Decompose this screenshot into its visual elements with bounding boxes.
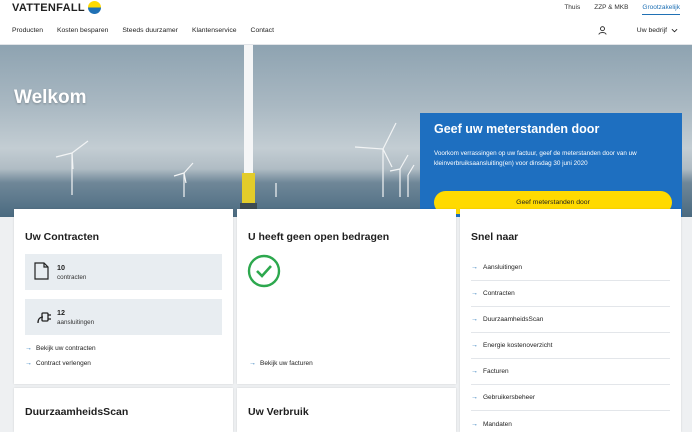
- quick-link-label: Mandaten: [483, 420, 512, 428]
- quick-link-label: Contracten: [483, 290, 515, 297]
- quick-link-label: DuurzaamheidsScan: [483, 316, 544, 323]
- arrow-right-icon: →: [471, 290, 478, 297]
- user-icon[interactable]: [598, 26, 607, 35]
- extend-contract-label: Contract verlengen: [36, 360, 91, 367]
- checkmark-circle-icon: [247, 254, 281, 293]
- sustainability-scan-card: DuurzaamheidsScan: [14, 388, 233, 432]
- company-dropdown[interactable]: Uw bedrijf: [637, 27, 678, 34]
- open-amounts-title: U heeft geen open bedragen: [248, 231, 390, 243]
- chevron-down-icon: [671, 28, 678, 33]
- quick-link-label: Facturen: [483, 368, 509, 375]
- connections-count: 12: [57, 308, 65, 317]
- promo-title: Geef uw meterstanden door: [434, 122, 600, 136]
- logo-text: VATTENFALL: [12, 1, 85, 14]
- top-bar: VATTENFALL Thuis ZZP & MKB Grootzakelijk: [0, 0, 692, 18]
- segment-thuis[interactable]: Thuis: [564, 4, 580, 15]
- plug-icon: [34, 307, 51, 330]
- contracts-count-label: contracten: [57, 274, 87, 281]
- segment-grootzakelijk[interactable]: Grootzakelijk: [642, 4, 680, 15]
- usage-card: Uw Verbruik: [237, 388, 456, 432]
- quick-link-aansluitingen[interactable]: → Aansluitingen: [471, 255, 670, 281]
- sustainability-scan-title: DuurzaamheidsScan: [25, 406, 129, 418]
- document-icon: [34, 262, 49, 285]
- quick-link-facturen[interactable]: → Facturen: [471, 359, 670, 385]
- arrow-right-icon: →: [471, 394, 478, 401]
- quick-links-title: Snel naar: [471, 231, 519, 243]
- connections-count-tile: 12 aansluitingen: [25, 299, 222, 335]
- quick-links-card: Snel naar → Aansluitingen → Contracten → Du…: [460, 209, 681, 432]
- quick-link-label: Energie kostenoverzicht: [483, 342, 553, 349]
- nav-item-steeds-duurzamer[interactable]: Steeds duurzamer: [122, 27, 178, 34]
- quick-link-duurzaamheidsscan[interactable]: → DuurzaamheidsScan: [471, 307, 670, 333]
- arrow-right-icon: →: [471, 316, 478, 323]
- arrow-right-icon: →: [25, 360, 32, 367]
- arrow-right-icon: →: [25, 345, 32, 352]
- view-contracts-link[interactable]: → Bekijk uw contracten: [25, 345, 96, 352]
- view-invoices-label: Bekijk uw facturen: [260, 360, 313, 367]
- segment-switcher: Thuis ZZP & MKB Grootzakelijk: [564, 4, 680, 15]
- extend-contract-link[interactable]: → Contract verlengen: [25, 360, 91, 367]
- nav-item-kosten-besparen[interactable]: Kosten besparen: [57, 27, 108, 34]
- usage-title: Uw Verbruik: [248, 406, 309, 418]
- contracts-count-tile: 10 contracten: [25, 254, 222, 290]
- arrow-right-icon: →: [249, 360, 256, 367]
- open-amounts-card: U heeft geen open bedragen → Bekijk uw f…: [237, 209, 456, 384]
- segment-zzp-mkb[interactable]: ZZP & MKB: [594, 4, 628, 15]
- quick-link-label: Aansluitingen: [483, 264, 523, 271]
- quick-link-contracten[interactable]: → Contracten: [471, 281, 670, 307]
- main-navigation: Producten Kosten besparen Steeds duurzam…: [0, 18, 692, 45]
- company-label: Uw bedrijf: [636, 27, 667, 34]
- welcome-heading: Welkom: [14, 87, 87, 108]
- arrow-right-icon: →: [471, 342, 478, 349]
- quick-link-mandaten[interactable]: → Mandaten: [471, 411, 670, 432]
- logo-mark-icon: [87, 1, 101, 14]
- quick-link-kostenoverzicht[interactable]: → Energie kostenoverzicht: [471, 333, 670, 359]
- contracts-title: Uw Contracten: [25, 231, 100, 243]
- meter-reading-promo: Geef uw meterstanden door Voorkom verras…: [420, 113, 682, 217]
- view-invoices-link[interactable]: → Bekijk uw facturen: [249, 360, 313, 367]
- nav-item-contact[interactable]: Contact: [251, 27, 274, 34]
- connections-count-label: aansluitingen: [57, 319, 95, 326]
- contracts-count: 10: [57, 263, 65, 272]
- promo-text: Voorkom verrassingen op uw factuur, geef…: [434, 150, 637, 167]
- arrow-right-icon: →: [471, 264, 478, 271]
- vattenfall-logo[interactable]: VATTENFALL: [12, 1, 101, 14]
- contracts-card: Uw Contracten 10 contracten 12 aansluiti…: [14, 209, 233, 384]
- nav-item-klantenservice[interactable]: Klantenservice: [192, 27, 237, 34]
- nav-item-producten[interactable]: Producten: [12, 27, 43, 34]
- hero-banner: Welkom Geef uw meterstanden door Voorkom…: [0, 45, 692, 217]
- quick-link-label: Gebruikersbeheer: [483, 394, 536, 401]
- arrow-right-icon: →: [471, 368, 478, 375]
- quick-link-gebruikersbeheer[interactable]: → Gebruikersbeheer: [471, 385, 670, 411]
- view-contracts-label: Bekijk uw contracten: [36, 345, 96, 352]
- arrow-right-icon: →: [471, 420, 478, 428]
